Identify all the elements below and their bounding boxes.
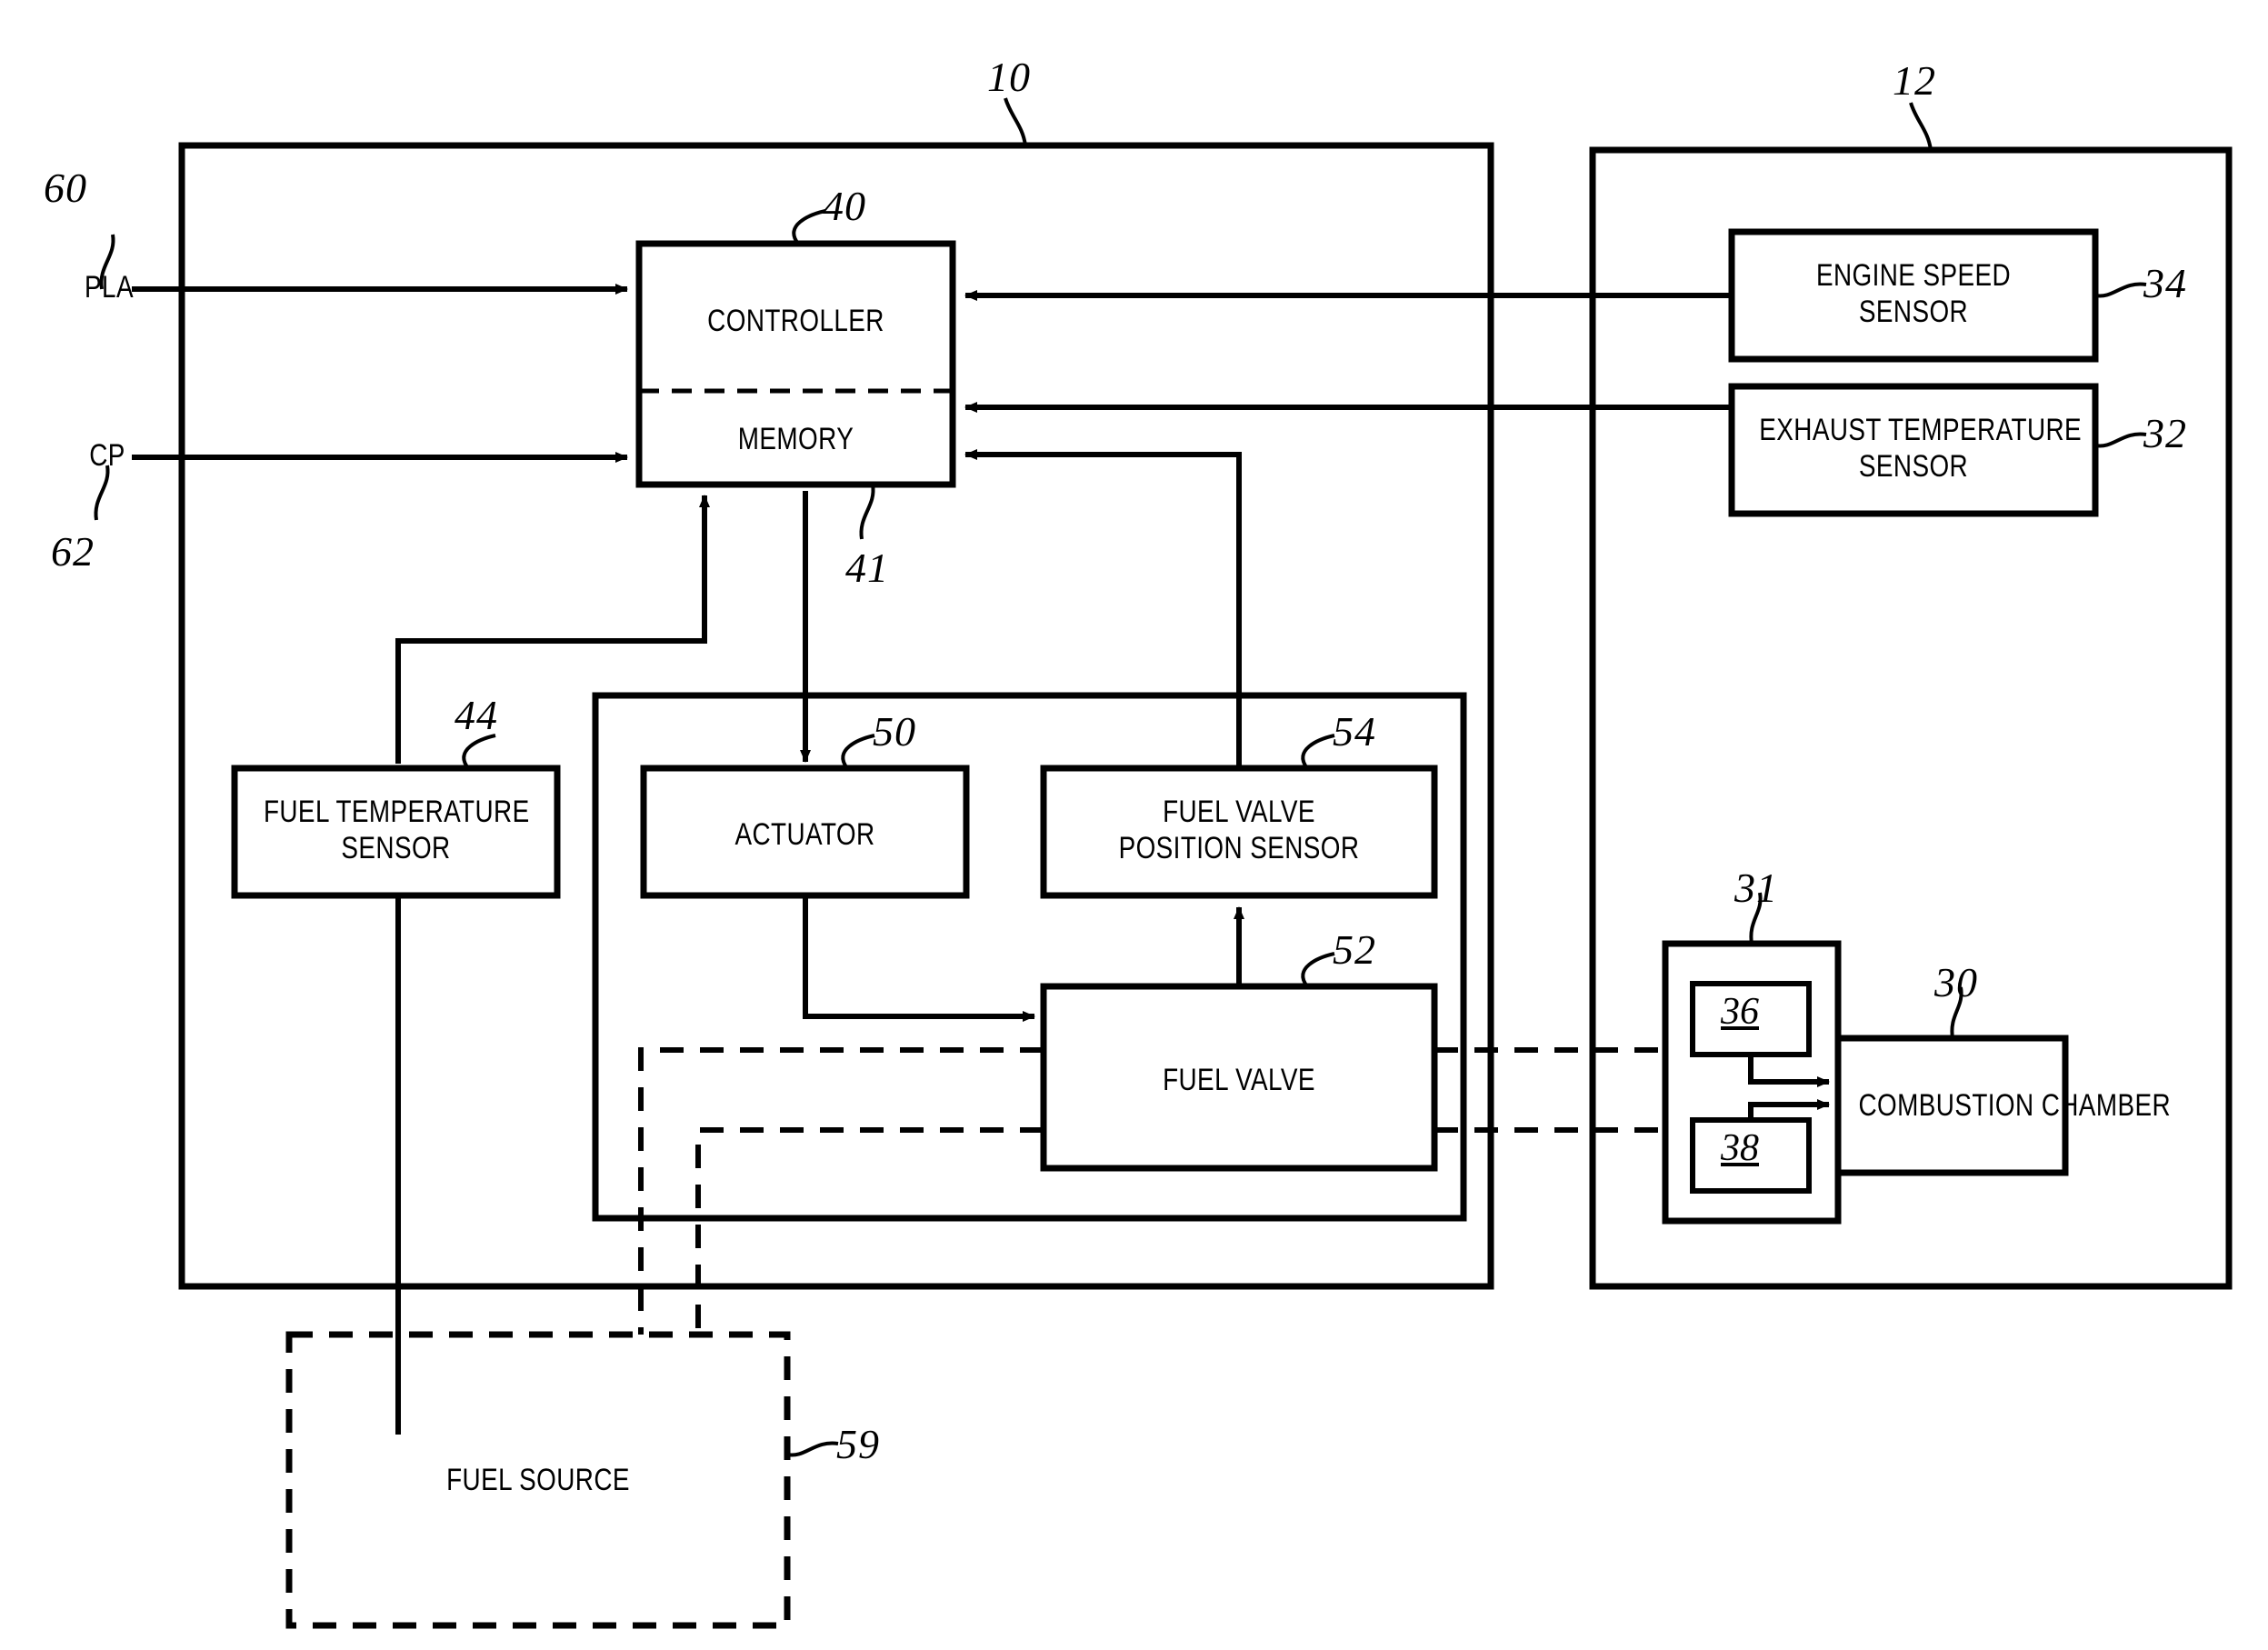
ref-10: 10 <box>987 54 1031 100</box>
fuel-supply-line-a <box>638 1047 1044 1335</box>
exhaust-temperature-sensor-label: EXHAUST TEMPERATURE SENSOR <box>1759 413 2083 485</box>
ref-59: 59 <box>836 1421 880 1467</box>
leader-41 <box>859 484 875 540</box>
leader-10 <box>1004 97 1027 146</box>
ref-32: 32 <box>2143 410 2187 456</box>
pla-signal-label: PLA <box>85 270 134 305</box>
ref-31: 31 <box>1734 865 1778 911</box>
ref-50: 50 <box>873 708 916 755</box>
leader-40 <box>792 209 826 245</box>
ref-41: 41 <box>845 545 889 591</box>
fuel-supply-line-b <box>695 1127 1044 1335</box>
fuel-temp-to-memory <box>395 495 710 764</box>
ref-12: 12 <box>1893 57 1936 104</box>
fuel-valve-label: FUEL VALVE <box>1163 1063 1315 1097</box>
fuel-temperature-sensor-label: FUEL TEMPERATURE SENSOR <box>263 795 530 866</box>
injector-38-label: 38 <box>1721 1127 1759 1169</box>
leader-12 <box>1909 102 1933 151</box>
actuator-label: ACTUATOR <box>734 817 875 852</box>
injector-36-label: 36 <box>1721 991 1759 1033</box>
ref-40: 40 <box>823 183 866 229</box>
leader-54 <box>1301 734 1335 770</box>
leader-59 <box>786 1441 839 1457</box>
fuel-valve-position-sensor-label: FUEL VALVE POSITION SENSOR <box>1118 795 1360 866</box>
controller-label: CONTROLLER <box>707 304 884 338</box>
injector-36-to-chamber <box>1748 1055 1830 1087</box>
leader-34 <box>2094 282 2147 298</box>
fuel-source-label: FUEL SOURCE <box>446 1463 630 1497</box>
engine-speed-sensor-label: ENGINE SPEED SENSOR <box>1815 258 2012 330</box>
actuator-to-fuel-valve <box>803 898 1035 1022</box>
leader-32 <box>2094 432 2147 448</box>
memory-label: MEMORY <box>737 422 854 456</box>
ref-44: 44 <box>455 692 498 738</box>
ref-30: 30 <box>1934 959 1978 1005</box>
patent-figure-canvas: PLA CP CONTROLLER MEMORY FUEL TEMPERATUR… <box>0 0 2268 1650</box>
ref-60: 60 <box>44 165 87 211</box>
ref-52: 52 <box>1333 926 1376 973</box>
leader-44 <box>462 734 496 770</box>
ref-54: 54 <box>1333 708 1376 755</box>
cp-signal-label: CP <box>89 438 125 473</box>
position-sensor-to-memory <box>964 449 1242 768</box>
leader-50 <box>841 734 875 770</box>
ref-34: 34 <box>2143 260 2187 306</box>
ref-62: 62 <box>51 528 95 575</box>
combustion-chamber-label: COMBUSTION CHAMBER <box>1858 1088 2172 1123</box>
leader-52 <box>1301 952 1335 988</box>
